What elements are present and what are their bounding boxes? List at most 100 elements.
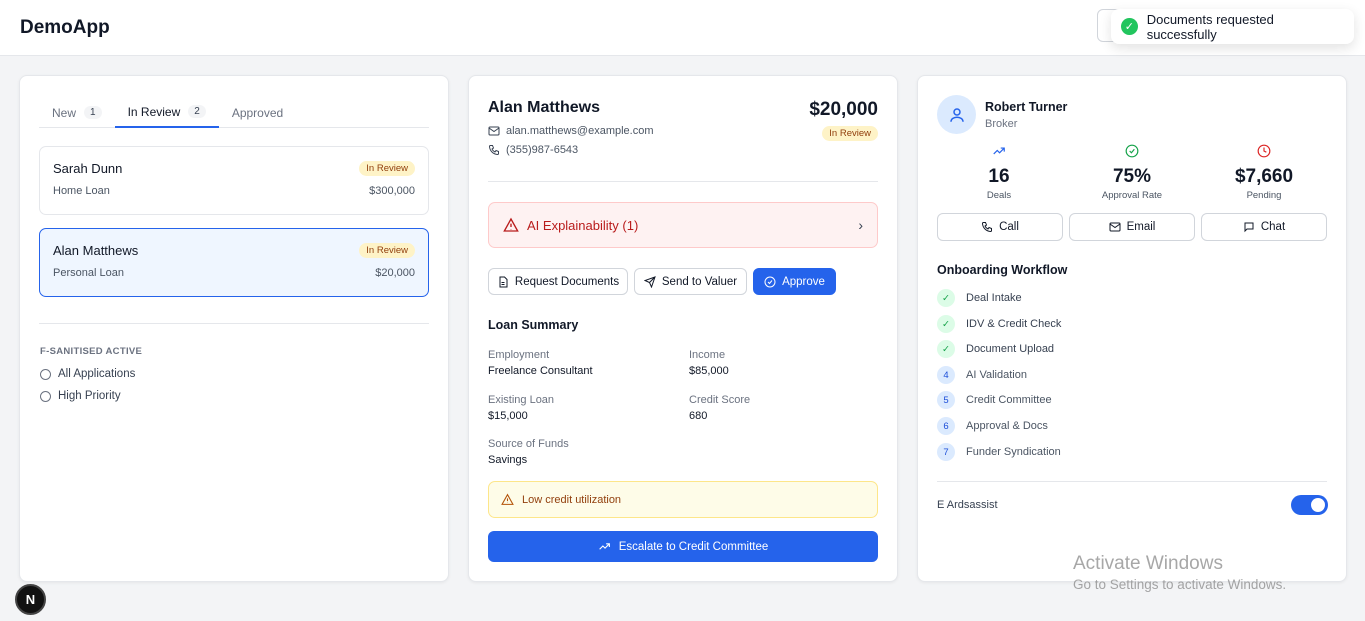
mail-icon [1109, 222, 1121, 232]
app-title: DemoApp [20, 16, 110, 38]
document-icon [499, 276, 508, 287]
button-label: Request Documents [514, 275, 620, 288]
assist-toggle[interactable] [1291, 495, 1328, 515]
status-badge: In Review [359, 161, 415, 176]
workflow-step-label: IDV & Credit Check [966, 318, 1062, 330]
stat-approval-rate: 75% Approval Rate [1067, 144, 1197, 201]
filter-title: F-SANITISED ACTIVE [40, 346, 143, 357]
approve-button[interactable]: Approve [753, 268, 836, 295]
employment-label: Employment [488, 349, 550, 361]
loan-amount: $20,000 [809, 99, 878, 120]
button-label: Chat [1260, 221, 1286, 233]
stat-label: Deals [986, 190, 1012, 201]
filter-label: All Applications [58, 368, 136, 380]
success-toast: ✓ Documents requested successfully [1111, 9, 1354, 44]
workflow-step-done: ✓ IDV & Credit Check [937, 315, 1061, 333]
chat-button[interactable]: Chat [1201, 213, 1327, 241]
application-card[interactable]: Sarah Dunn In Review Home Loan $300,000 [39, 146, 429, 215]
button-label: Escalate to Credit Committee [618, 540, 769, 553]
broker-role: Broker [985, 118, 1018, 130]
stat-value: 75% [1112, 166, 1152, 187]
existing-loan-value: $15,000 [488, 410, 528, 422]
email-row: alan.matthews@example.com [488, 125, 654, 137]
divider [937, 481, 1327, 482]
ai-explainability-label: AI Explainability (1) [527, 217, 639, 233]
watermark-line2: Go to Settings to activate Windows. [1073, 577, 1287, 592]
send-to-valuer-button[interactable]: Send to Valuer [634, 268, 747, 295]
button-label: Email [1126, 221, 1156, 233]
status-tabs: New 1 In Review 2 Approved [39, 97, 429, 128]
workflow-step-label: Funder Syndication [966, 446, 1061, 458]
applicant-name: Sarah Dunn [53, 161, 123, 176]
loan-type: Personal Loan [53, 267, 124, 279]
check-circle-icon: ✓ [1121, 18, 1138, 35]
applicant-name: Alan Matthews [488, 99, 601, 116]
income-label: Income [689, 349, 726, 361]
stat-deals: 16 Deals [934, 144, 1064, 201]
watermark-line1: Activate Windows [1073, 553, 1223, 574]
workflow-step-pending: 7 Funder Syndication [937, 443, 1061, 461]
button-label: Call [999, 221, 1019, 233]
workflow-step-label: Approval & Docs [966, 420, 1048, 432]
step-number: 4 [937, 366, 955, 384]
source-of-funds-label: Source of Funds [488, 438, 569, 450]
workflow-title: Onboarding Workflow [937, 263, 1068, 277]
mail-icon [488, 126, 500, 136]
loan-amount: $300,000 [369, 185, 415, 197]
loan-type: Home Loan [53, 185, 110, 197]
phone-icon [982, 222, 993, 233]
employment-value: Freelance Consultant [488, 365, 593, 377]
tab-approved[interactable]: Approved [219, 97, 296, 128]
income-value: $85,000 [689, 365, 729, 377]
loan-summary-title: Loan Summary [488, 318, 579, 332]
send-icon [643, 275, 656, 288]
step-number: 5 [937, 391, 955, 409]
tab-new[interactable]: New 1 [39, 97, 115, 128]
broker-panel: Robert Turner Broker 16 Deals 75% Approv… [917, 75, 1347, 582]
status-badge: In Review [822, 125, 878, 141]
user-icon [949, 107, 964, 122]
workflow-step-label: Credit Committee [966, 394, 1052, 406]
chevron-right-icon: › [858, 217, 863, 233]
trending-up-icon [993, 147, 1005, 155]
application-card-selected[interactable]: Alan Matthews In Review Personal Loan $2… [39, 228, 429, 297]
dev-tools-badge[interactable]: N [15, 584, 46, 615]
loan-amount: $20,000 [375, 267, 415, 279]
filter-high-priority[interactable]: High Priority [40, 390, 121, 402]
call-button[interactable]: Call [937, 213, 1063, 241]
workflow-step-pending: 4 AI Validation [937, 366, 1027, 384]
escalate-button[interactable]: Escalate to Credit Committee [488, 531, 878, 562]
stat-pending: $7,660 Pending [1199, 144, 1329, 201]
email-button[interactable]: Email [1069, 213, 1195, 241]
request-documents-button[interactable]: Request Documents [488, 268, 628, 295]
tab-count: 2 [188, 105, 206, 118]
ai-explainability-panel[interactable]: AI Explainability (1) › [488, 202, 878, 248]
windows-activation-watermark: Activate Windows Go to Settings to activ… [1073, 553, 1286, 592]
assist-label: E Ardsassist [937, 499, 998, 511]
warning-triangle-icon [501, 493, 514, 505]
tab-count: 1 [84, 106, 102, 119]
filter-all-applications[interactable]: All Applications [40, 368, 135, 380]
radio-icon [40, 390, 51, 402]
check-circle-icon [764, 276, 776, 287]
applications-panel: New 1 In Review 2 Approved Sarah Dunn In… [19, 75, 449, 582]
chat-icon [1244, 222, 1254, 233]
filter-label: High Priority [58, 390, 121, 402]
tab-label: Approved [231, 105, 284, 120]
workflow-step-label: Document Upload [966, 343, 1055, 355]
warning-triangle-icon [503, 217, 519, 232]
workflow-step-label: Deal Intake [966, 292, 1022, 304]
radio-icon [40, 368, 51, 380]
button-label: Approve [782, 275, 825, 288]
toggle-knob [1311, 498, 1325, 512]
stat-label: Pending [1246, 190, 1282, 201]
workflow-step-label: AI Validation [966, 369, 1027, 381]
stat-value: $7,660 [1234, 166, 1294, 187]
check-icon: ✓ [937, 340, 955, 358]
trending-up-icon [598, 543, 610, 550]
avatar [937, 95, 976, 134]
workflow-step-done: ✓ Document Upload [937, 340, 1054, 358]
tab-label: In Review [127, 104, 181, 119]
tab-in-review[interactable]: In Review 2 [114, 97, 219, 128]
check-icon: ✓ [937, 315, 955, 333]
